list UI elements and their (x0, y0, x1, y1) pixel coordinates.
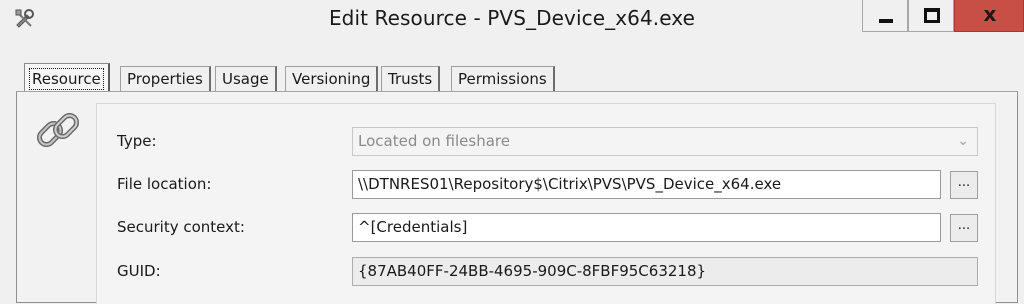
security-context-value: ^[Credentials] (358, 218, 468, 236)
tab-usage[interactable]: Usage (215, 66, 277, 91)
tab-label: Resource (29, 68, 104, 90)
file-location-label: File location: (117, 175, 212, 193)
tab-strip: Resource Properties Usage Versioning Tru… (0, 62, 1024, 93)
tab-label: Permissions (458, 70, 547, 88)
maximize-button[interactable] (908, 0, 954, 32)
tab-properties[interactable]: Properties (120, 66, 211, 91)
chain-link-icon (36, 112, 80, 148)
type-label: Type: (117, 132, 157, 150)
tab-trusts[interactable]: Trusts (381, 66, 441, 91)
close-icon: x (983, 2, 997, 26)
chevron-down-icon: ⌄ (957, 133, 969, 149)
close-button[interactable]: x (954, 0, 1024, 32)
tab-resource[interactable]: Resource (24, 63, 110, 93)
tab-permissions[interactable]: Permissions (451, 66, 555, 91)
minimize-icon (879, 19, 893, 23)
security-context-browse-button[interactable]: ... (950, 214, 978, 242)
maximize-icon (924, 8, 940, 23)
guid-label: GUID: (117, 262, 161, 280)
file-location-browse-button[interactable]: ... (950, 171, 978, 199)
guid-field[interactable]: {87AB40FF-24BB-4695-909C-8FBF95C63218} (352, 257, 978, 286)
tab-label: Versioning (292, 70, 371, 88)
minimize-button[interactable] (862, 0, 908, 32)
title-bar: Edit Resource - PVS_Device_x64.exe x (0, 0, 1024, 44)
security-context-field[interactable]: ^[Credentials] (352, 213, 941, 242)
file-location-value: \\DTNRES01\Repository$\Citrix\PVS\PVS_De… (358, 175, 782, 193)
guid-value: {87AB40FF-24BB-4695-909C-8FBF95C63218} (358, 262, 707, 280)
type-dropdown[interactable]: Located on fileshare ⌄ (352, 127, 978, 156)
tab-label: Properties (127, 70, 203, 88)
tab-label: Trusts (388, 70, 433, 88)
tab-versioning[interactable]: Versioning (285, 66, 379, 91)
file-location-field[interactable]: \\DTNRES01\Repository$\Citrix\PVS\PVS_De… (352, 170, 941, 199)
security-context-label: Security context: (117, 218, 245, 236)
tab-label: Usage (222, 70, 269, 88)
type-value: Located on fileshare (358, 132, 510, 150)
